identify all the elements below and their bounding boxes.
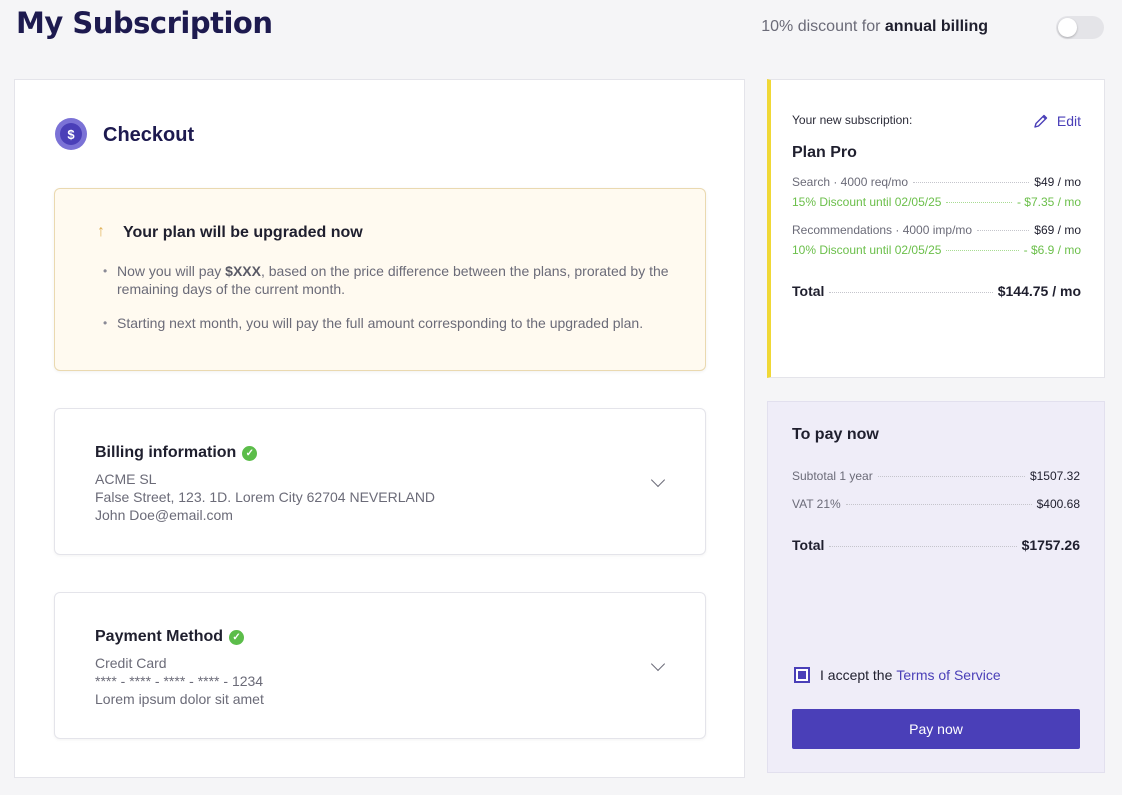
discount-bold: annual billing	[884, 18, 988, 35]
payment-type: Credit Card	[95, 655, 167, 671]
total-value: $144.75 / mo	[997, 283, 1081, 299]
subscription-label: Your new subscription:	[792, 113, 913, 127]
arrow-up-icon: ↑	[97, 223, 105, 240]
upgrade-bullet-2: Starting next month, you will pay the fu…	[101, 314, 681, 332]
payment-note: Lorem ipsum dolor sit amet	[95, 691, 264, 707]
terms-acceptance: I accept the Terms of Service	[794, 667, 1001, 683]
dollar-symbol: $	[60, 123, 82, 145]
billing-title-text: Billing information	[95, 444, 237, 461]
annual-billing-toggle[interactable]	[1056, 16, 1104, 39]
vat-row: VAT 21% $400.68	[792, 497, 1080, 511]
item-name: Search · 4000 req/mo	[792, 175, 909, 189]
toggle-knob	[1058, 18, 1077, 37]
discount-name: 10% Discount until 02/05/25	[792, 243, 942, 257]
total-label: Total	[792, 283, 825, 299]
terms-prefix: I accept the	[820, 667, 893, 683]
chevron-down-icon[interactable]	[650, 656, 666, 672]
card-number: **** - **** - **** - **** - 1234	[95, 673, 264, 689]
new-subscription-card: Your new subscription: Edit Plan Pro Sea…	[767, 79, 1105, 378]
terms-of-service-link[interactable]: Terms of Service	[896, 667, 1000, 683]
bullet1-amount: $XXX	[225, 263, 261, 279]
checkbox-checked-mark	[798, 671, 806, 679]
dollar-icon: $	[55, 118, 87, 150]
line-item-search: Search · 4000 req/mo $49 / mo	[792, 175, 1081, 189]
annual-discount-text: 10% discount for annual billing	[761, 18, 988, 36]
pay-now-button[interactable]: Pay now	[792, 709, 1080, 749]
discount-line-recommendations: 10% Discount until 02/05/25 - $6.9 / mo	[792, 243, 1081, 257]
discount-prefix: 10% discount for	[761, 18, 881, 35]
billing-information-card[interactable]: Billing information ✓ ACME SL False Stree…	[54, 408, 706, 555]
plan-name: Plan Pro	[792, 144, 857, 161]
check-circle-icon: ✓	[229, 630, 245, 645]
billing-address: False Street, 123. 1D. Lorem City 62704 …	[95, 489, 436, 505]
payment-details: Credit Card **** - **** - **** - **** - …	[95, 654, 264, 708]
billing-title: Billing information ✓	[95, 444, 258, 462]
edit-button[interactable]: Edit	[1033, 113, 1081, 129]
upgrade-title: Your plan will be upgraded now	[123, 224, 363, 241]
subscription-total: Total $144.75 / mo	[792, 283, 1081, 299]
edit-label: Edit	[1056, 113, 1081, 129]
item-price: $69 / mo	[1034, 223, 1081, 237]
billing-email: John Doe@email.com	[95, 507, 233, 523]
check-circle-icon: ✓	[242, 446, 258, 461]
checkout-title: Checkout	[103, 124, 195, 146]
upgrade-bullets: Now you will pay $XXX, based on the pric…	[101, 262, 681, 348]
item-price: $49 / mo	[1034, 175, 1081, 189]
discount-name: 15% Discount until 02/05/25	[792, 195, 942, 209]
chevron-down-icon[interactable]	[650, 472, 666, 488]
payment-method-card[interactable]: Payment Method ✓ Credit Card **** - **** …	[54, 592, 706, 739]
billing-details: ACME SL False Street, 123. 1D. Lorem Cit…	[95, 470, 435, 524]
item-name: Recommendations · 4000 imp/mo	[792, 223, 973, 237]
pay-now-title: To pay now	[792, 426, 879, 443]
discount-value: - $7.35 / mo	[1016, 195, 1081, 209]
pay-total-label: Total	[792, 537, 825, 553]
pay-total-value: $1757.26	[1021, 537, 1080, 553]
terms-checkbox[interactable]	[794, 667, 810, 683]
subtotal-row: Subtotal 1 year $1507.32	[792, 469, 1080, 483]
subtotal-value: $1507.32	[1029, 469, 1080, 483]
line-item-recommendations: Recommendations · 4000 imp/mo $69 / mo	[792, 223, 1081, 237]
payment-title-text: Payment Method	[95, 628, 224, 645]
vat-value: $400.68	[1036, 497, 1080, 511]
upgrade-bullet-1: Now you will pay $XXX, based on the pric…	[101, 262, 681, 298]
pay-now-card: To pay now Subtotal 1 year $1507.32 VAT 2…	[767, 401, 1105, 773]
discount-value: - $6.9 / mo	[1023, 243, 1081, 257]
subtotal-label: Subtotal 1 year	[792, 469, 873, 483]
upgrade-notice: ↑ Your plan will be upgraded now Now you…	[54, 188, 706, 371]
bullet1-prefix: Now you will pay	[117, 263, 222, 279]
pencil-icon	[1034, 114, 1048, 128]
billing-company: ACME SL	[95, 471, 157, 487]
discount-line-search: 15% Discount until 02/05/25 - $7.35 / mo	[792, 195, 1081, 209]
page-title: My Subscription	[16, 6, 273, 40]
vat-label: VAT 21%	[792, 497, 841, 511]
pay-total-row: Total $1757.26	[792, 537, 1080, 553]
payment-title: Payment Method ✓	[95, 628, 245, 646]
checkout-panel: $ Checkout ↑ Your plan will be upgraded …	[14, 79, 745, 778]
